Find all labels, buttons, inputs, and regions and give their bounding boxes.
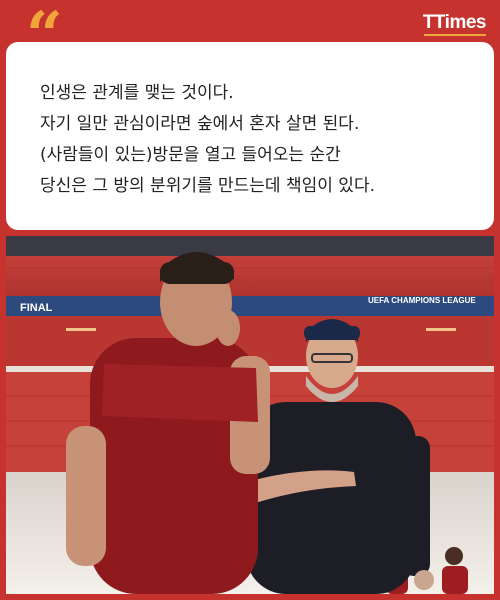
brand-logo-underline [423,34,486,36]
quote-card: 인생은 관계를 맺는 것이다. 자기 일만 관심이라면 숲에서 혼자 살면 된다… [6,42,494,230]
banner-right-text: UEFA CHAMPIONS LEAGUE [368,296,476,305]
quote-line: 자기 일만 관심이라면 숲에서 혼자 살면 된다. [40,114,360,134]
quote-line: 인생은 관계를 맺는 것이다. [40,83,234,103]
quote-line: 당신은 그 방의 분위기를 만드는데 책임이 있다. [40,176,375,196]
stadium-photo: FINAL UEFA CHAMPIONS LEAGUE [6,236,494,594]
banner-left-text: FINAL [20,302,53,314]
quote-line: (사람들이 있는)방문을 열고 들어오는 순간 [40,145,341,165]
stadium-photo-illustration: FINAL UEFA CHAMPIONS LEAGUE [6,236,494,594]
brand-logo-text: TTimes [422,12,487,33]
quote-lines: 인생은 관계를 맺는 것이다. 자기 일만 관심이라면 숲에서 혼자 살면 된다… [40,78,375,202]
stadium-roof [6,236,494,256]
brand-logo: TTimes [422,12,487,36]
